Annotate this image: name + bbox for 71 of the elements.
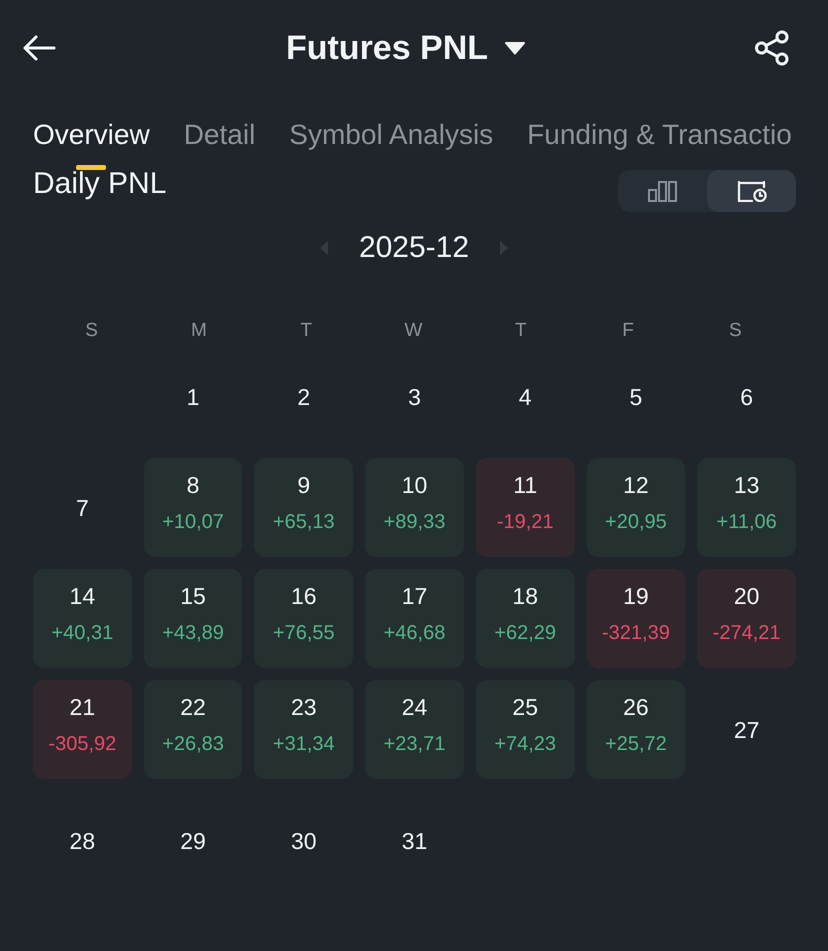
day-number: 29 xyxy=(180,828,206,854)
pnl-value: -19,21 xyxy=(496,510,554,534)
pnl-value: +76,55 xyxy=(272,621,335,645)
pnl-value: +89,33 xyxy=(384,510,446,534)
day-number: 10 xyxy=(402,472,428,498)
pnl-value: +40,31 xyxy=(51,621,114,645)
pnl-value: +26,83 xyxy=(162,732,224,756)
day-number: 28 xyxy=(70,828,96,854)
calendar-clock-icon xyxy=(736,180,766,202)
pnl-value: +43,89 xyxy=(162,621,224,645)
share-icon[interactable] xyxy=(754,30,790,66)
day-number: 14 xyxy=(70,583,96,609)
day-number: 18 xyxy=(512,583,538,609)
day-number: 19 xyxy=(623,583,649,609)
tab[interactable]: Detail xyxy=(184,105,256,170)
pnl-value: +23,71 xyxy=(384,732,446,756)
caret-down-icon xyxy=(504,41,526,55)
view-toggle-option[interactable] xyxy=(707,170,796,212)
day-number: 11 xyxy=(513,472,538,498)
tab[interactable]: Symbol Analysis xyxy=(289,105,494,170)
pnl-value: +11,06 xyxy=(716,510,777,534)
pnl-value: +74,23 xyxy=(494,732,556,756)
pnl-value: +25,72 xyxy=(605,732,667,756)
day-number: 15 xyxy=(180,583,206,609)
day-number: 13 xyxy=(734,472,760,498)
day-number: 30 xyxy=(290,828,317,854)
day-number: 16 xyxy=(290,583,317,609)
pnl-value: +65,13 xyxy=(272,510,335,534)
weekday-label: T xyxy=(514,320,527,342)
day-number: 6 xyxy=(740,384,754,410)
day-number: 7 xyxy=(76,494,89,520)
day-number: 2 xyxy=(297,384,310,410)
pnl-value: +31,34 xyxy=(272,732,335,756)
back-arrow-icon[interactable] xyxy=(22,34,56,62)
pnl-value: +46,68 xyxy=(384,621,446,645)
day-number: 17 xyxy=(402,583,428,609)
title-dropdown[interactable]: Futures PNL xyxy=(286,28,526,68)
section-title: Daily PNL xyxy=(33,170,166,198)
weekday-label: S xyxy=(85,320,98,342)
weekday-label: S xyxy=(729,320,742,342)
pnl-value: +62,29 xyxy=(494,621,556,645)
day-number: 24 xyxy=(402,694,428,720)
day-number: 26 xyxy=(623,694,649,720)
day-number: 22 xyxy=(180,694,206,720)
weekday-label: T xyxy=(300,320,312,342)
day-number: 25 xyxy=(512,694,538,720)
day-number: 8 xyxy=(186,472,200,498)
month-label: 2025-12 xyxy=(358,230,470,266)
day-number: 20 xyxy=(734,583,760,609)
pnl-value: -305,92 xyxy=(48,732,116,756)
day-number: 4 xyxy=(518,384,532,410)
pnl-value: -321,39 xyxy=(602,621,670,645)
day-number: 23 xyxy=(290,694,317,720)
weekday-label: F xyxy=(622,320,634,342)
tab[interactable]: Overview xyxy=(33,105,150,170)
day-number: 31 xyxy=(402,828,428,854)
weekday-label: W xyxy=(404,320,422,342)
day-number: 12 xyxy=(623,472,649,498)
day-number: 21 xyxy=(70,694,96,720)
day-number: 9 xyxy=(297,472,310,498)
day-number: 5 xyxy=(630,384,642,410)
pnl-value: -274,21 xyxy=(712,621,781,645)
tab-indicator xyxy=(76,165,106,170)
day-number: 1 xyxy=(186,384,200,410)
bar-chart-icon xyxy=(648,180,678,202)
tab[interactable]: Funding & Transactio xyxy=(527,105,792,170)
pnl-value: +20,95 xyxy=(605,510,667,534)
day-number: 27 xyxy=(734,716,760,742)
weekday-label: M xyxy=(191,320,207,342)
pnl-value: +10,07 xyxy=(162,510,224,534)
day-number: 3 xyxy=(408,384,421,410)
